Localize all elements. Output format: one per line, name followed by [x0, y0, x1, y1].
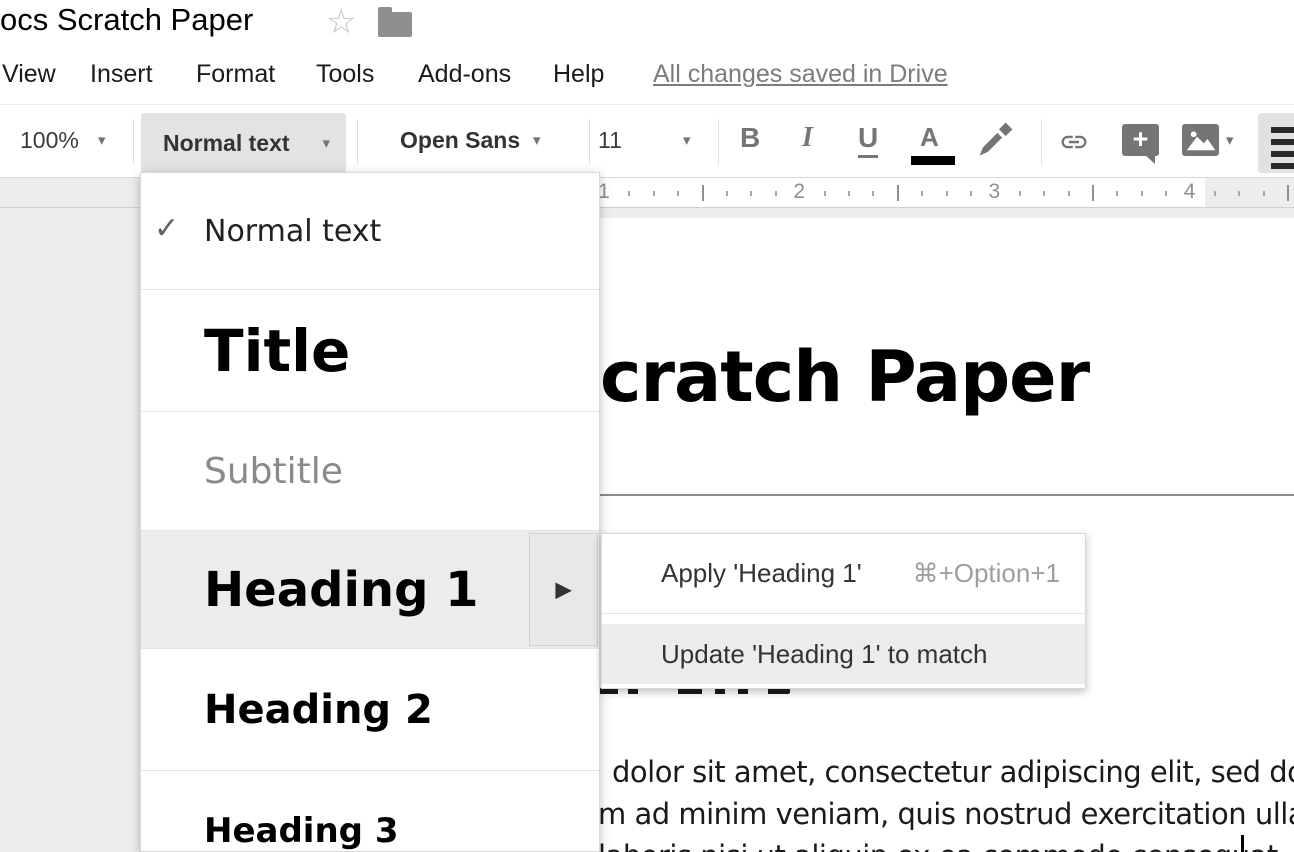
separator — [602, 613, 1085, 614]
styles-menu-label: Title — [204, 317, 350, 385]
title-bar: ocs Scratch Paper ☆ — [0, 0, 1294, 52]
chevron-down-icon: ▾ — [322, 134, 330, 152]
ruler-tick — [1287, 185, 1289, 201]
ruler-tick — [921, 191, 923, 196]
ruler-tick — [726, 191, 728, 196]
chevron-down-icon: ▾ — [683, 131, 691, 149]
ruler-tick — [897, 185, 899, 201]
styles-menu-item-title[interactable]: Title — [141, 290, 599, 411]
insert-link-icon[interactable] — [1052, 127, 1096, 157]
menu-view[interactable]: View — [2, 60, 56, 89]
ruler-tick — [1165, 191, 1167, 196]
separator — [589, 119, 590, 165]
mountain-glyph — [1182, 124, 1219, 156]
styles-select[interactable]: Normal text ▾ — [141, 113, 346, 173]
ruler-tick — [1116, 191, 1118, 196]
chevron-down-icon: ▾ — [533, 131, 541, 149]
align-left-button[interactable] — [1258, 113, 1294, 173]
document-title-text[interactable]: cratch Paper — [600, 336, 1089, 418]
separator — [1041, 119, 1042, 165]
styles-menu-label: Heading 3 — [204, 811, 399, 851]
ruler-tick — [628, 191, 630, 196]
styles-menu-item-heading-2[interactable]: Heading 2 — [141, 649, 599, 770]
update-heading-1-label: Update 'Heading 1' to match — [661, 639, 987, 670]
save-status-link[interactable]: All changes saved in Drive — [653, 60, 948, 89]
separator — [357, 119, 358, 165]
ruler-tick — [1238, 191, 1240, 196]
ruler-tick — [824, 191, 826, 196]
styles-menu-label: Heading 2 — [204, 687, 433, 733]
styles-menu-label: Normal text — [204, 214, 381, 249]
ruler-number: 2 — [793, 180, 805, 204]
underline-button[interactable]: U — [858, 122, 878, 158]
folder-icon[interactable] — [378, 12, 412, 37]
text-cursor — [1241, 835, 1244, 852]
text-color-swatch — [911, 156, 955, 165]
menu-tools[interactable]: Tools — [316, 60, 374, 89]
ruler-tick — [970, 191, 972, 196]
heading-1-submenu: Apply 'Heading 1' ⌘+Option+1 Update 'Hea… — [601, 533, 1086, 689]
text-color-button[interactable]: A — [920, 122, 939, 153]
insert-image-icon[interactable] — [1182, 124, 1219, 156]
menu-help[interactable]: Help — [553, 60, 604, 89]
plus-glyph: + — [1133, 124, 1149, 154]
styles-menu-item-heading-3[interactable]: Heading 3 — [141, 771, 599, 852]
ruler-tick — [653, 191, 655, 196]
ruler-tick — [750, 191, 752, 196]
ruler-number: 3 — [989, 180, 1001, 204]
google-docs-app: ocs Scratch Paper ☆ View Insert Format T… — [0, 0, 1294, 852]
ruler-tick — [872, 191, 874, 196]
styles-menu-item-normal-text[interactable]: ✓ Normal text — [141, 173, 599, 289]
insert-comment-icon[interactable]: + — [1122, 124, 1159, 156]
zoom-select[interactable]: 100% — [20, 127, 79, 154]
styles-menu-label: Heading 1 — [204, 562, 479, 618]
italic-button[interactable]: I — [802, 122, 813, 154]
check-icon: ✓ — [154, 211, 179, 246]
styles-menu-item-heading-1[interactable]: Heading 1 ▶ — [141, 531, 599, 648]
submenu-arrow-icon: ▶ — [556, 577, 571, 602]
styles-dropdown-menu: ✓ Normal text Title Subtitle Heading 1 ▶… — [140, 172, 600, 852]
keyboard-shortcut: ⌘+Option+1 — [913, 558, 1060, 589]
styles-select-value: Normal text — [163, 130, 290, 157]
font-size-select[interactable]: 11 — [598, 127, 622, 154]
ruler-number: 4 — [1184, 180, 1196, 204]
separator — [133, 119, 134, 165]
styles-menu-label: Subtitle — [204, 451, 343, 492]
ruler-tick — [1092, 185, 1094, 201]
toolbar: 100% ▾ Normal text ▾ Open Sans ▾ 11 ▾ B … — [0, 104, 1294, 178]
ruler-tick — [1263, 191, 1265, 196]
paint-format-icon[interactable] — [976, 121, 1014, 159]
align-left-icon — [1271, 127, 1294, 169]
menu-format[interactable]: Format — [196, 60, 275, 89]
ruler-tick — [848, 191, 850, 196]
ruler-tick — [1068, 191, 1070, 196]
body-text-line[interactable]: dolor sit amet, consectetur adipiscing e… — [612, 755, 1294, 789]
body-text-line[interactable]: m ad minim veniam, quis nostrud exercita… — [598, 797, 1294, 831]
menu-bar: View Insert Format Tools Add-ons Help Al… — [0, 52, 1294, 104]
menu-insert[interactable]: Insert — [90, 60, 153, 89]
star-icon[interactable]: ☆ — [326, 0, 356, 44]
ruler-tick — [702, 185, 704, 201]
ruler-tick — [1141, 191, 1143, 196]
chevron-down-icon[interactable]: ▾ — [1226, 131, 1234, 149]
ruler-tick — [1043, 191, 1045, 196]
document-name-field[interactable]: ocs Scratch Paper — [0, 2, 253, 38]
ruler-tick — [946, 191, 948, 196]
ruler-tick — [775, 191, 777, 196]
update-heading-1-item[interactable]: Update 'Heading 1' to match — [602, 624, 1085, 684]
ruler-tick — [1019, 191, 1021, 196]
apply-heading-1-label: Apply 'Heading 1' — [661, 558, 862, 589]
styles-menu-item-subtitle[interactable]: Subtitle — [141, 412, 599, 530]
ruler-tick — [677, 191, 679, 196]
heading-1-submenu-button[interactable]: ▶ — [529, 533, 598, 646]
chevron-down-icon: ▾ — [98, 131, 106, 149]
font-select[interactable]: Open Sans — [400, 127, 520, 154]
separator — [718, 119, 719, 165]
bold-button[interactable]: B — [740, 122, 760, 154]
apply-heading-1-item[interactable]: Apply 'Heading 1' ⌘+Option+1 — [602, 534, 1085, 612]
body-text-line[interactable]: laboris nisi ut aliquip ex ea commodo co… — [598, 839, 1294, 852]
menu-addons[interactable]: Add-ons — [418, 60, 511, 89]
ruler-tick — [1214, 191, 1216, 196]
